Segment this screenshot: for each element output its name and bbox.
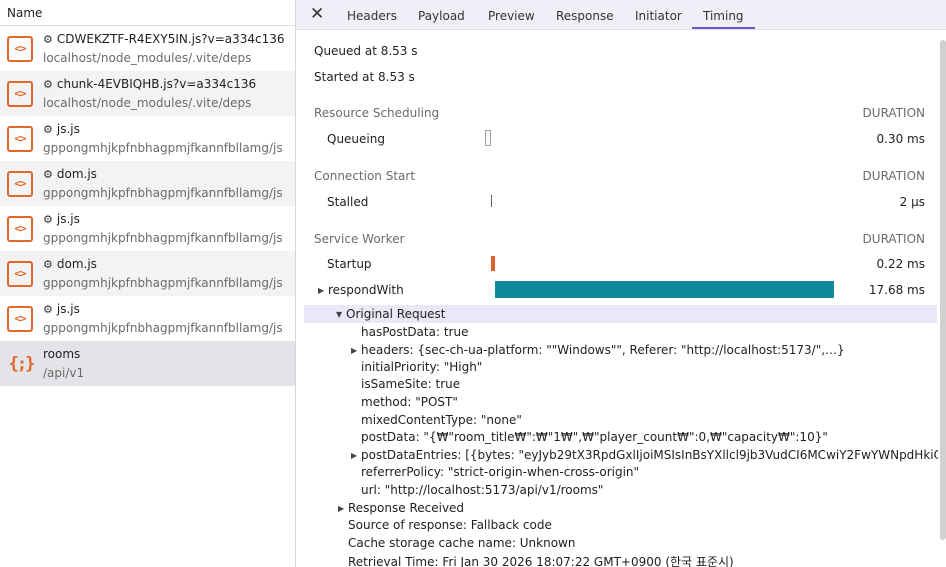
request-name: js.js [56, 121, 80, 136]
started-at: Started at 8.53 s [314, 70, 415, 84]
respondwith-label: respondWith [328, 283, 404, 297]
request-row[interactable]: <> ⚙ dom.js gppongmhjkpfnbhagpmjfkannfbll… [0, 251, 295, 296]
startup-value: 0.22 ms [876, 257, 925, 271]
field-url: url: "http://localhost:5173/api/v1/rooms… [361, 483, 604, 497]
script-icon: <> [7, 215, 33, 242]
vertical-scrollbar[interactable] [940, 40, 946, 540]
duration-header: DURATION [862, 106, 925, 120]
request-row[interactable]: <> ⚙ chunk-4EVBIQHB.js?v=a334c136 localho… [0, 71, 295, 116]
request-name: dom.js [56, 166, 97, 181]
gear-icon: ⚙ [43, 302, 53, 316]
tab-preview[interactable]: Preview [488, 9, 535, 30]
tab-payload[interactable]: Payload [418, 9, 465, 30]
gear-icon: ⚙ [43, 167, 53, 181]
cache-storage-name: Cache storage cache name: Unknown [348, 536, 576, 550]
tab-headers[interactable]: Headers [347, 9, 397, 30]
script-icon: <> [7, 260, 33, 287]
original-request-toggle[interactable]: ▼ Original Request [336, 307, 446, 321]
request-name: CDWEKZTF-R4EXY5IN.js?v=a334c136 [56, 31, 285, 46]
script-icon: <> [7, 170, 33, 197]
request-row[interactable]: <> ⚙ dom.js gppongmhjkpfnbhagpmjfkannfbll… [0, 161, 295, 206]
stalled-label: Stalled [327, 195, 369, 209]
details-tab-bar: ✕ Headers Payload Preview Response Initi… [296, 0, 946, 30]
section-title-service-worker: Service Worker [314, 232, 405, 246]
field-mixedcontenttype: mixedContentType: "none" [361, 413, 522, 427]
tab-initiator[interactable]: Initiator [635, 9, 682, 30]
gear-icon: ⚙ [43, 212, 53, 226]
request-path: gppongmhjkpfnbhagpmjfkannfbllamg/js [43, 320, 283, 335]
startup-bar [491, 256, 495, 271]
request-name: chunk-4EVBIQHB.js?v=a334c136 [56, 76, 257, 91]
queueing-label: Queueing [327, 132, 385, 146]
field-issamesite: isSameSite: true [361, 377, 461, 391]
queueing-value: 0.30 ms [876, 132, 925, 146]
request-list-panel: Name <> ⚙ CDWEKZTF-R4EXY5IN.js?v=a334c136… [0, 0, 296, 567]
gear-icon: ⚙ [43, 122, 53, 136]
request-name: js.js [56, 211, 80, 226]
request-name: dom.js [56, 256, 97, 271]
request-name: rooms [43, 346, 81, 361]
tab-timing[interactable]: Timing [692, 9, 755, 29]
script-icon: <> [7, 35, 33, 62]
collapse-triangle-icon: ▼ [336, 310, 343, 319]
script-icon: <> [7, 305, 33, 332]
original-request-title: Original Request [346, 307, 446, 321]
startup-label: Startup [327, 257, 372, 271]
request-row[interactable]: <> ⚙ js.js gppongmhjkpfnbhagpmjfkannfblla… [0, 296, 295, 341]
section-title-resource-scheduling: Resource Scheduling [314, 106, 440, 120]
request-details-panel: ✕ Headers Payload Preview Response Initi… [296, 0, 946, 567]
request-path: localhost/node_modules/.vite/deps [43, 95, 252, 110]
response-received-toggle[interactable]: ▶ Response Received [338, 501, 464, 515]
stalled-value: 2 μs [899, 195, 925, 209]
expand-triangle-icon: ▶ [338, 504, 345, 513]
gear-icon: ⚙ [43, 77, 53, 91]
request-path: gppongmhjkpfnbhagpmjfkannfbllamg/js [43, 185, 283, 200]
field-haspostdata: hasPostData: true [361, 325, 469, 339]
respondwith-value: 17.68 ms [868, 283, 925, 297]
field-referrerpolicy: referrerPolicy: "strict-origin-when-cros… [361, 465, 640, 479]
request-path: /api/v1 [43, 365, 85, 380]
duration-header: DURATION [862, 169, 925, 183]
expand-triangle-icon: ▶ [351, 346, 358, 355]
field-headers[interactable]: ▶ headers: {sec-ch-ua-platform: ""Windows… [351, 343, 845, 357]
request-row-selected[interactable]: {;} rooms /api/v1 [0, 341, 295, 386]
request-path: gppongmhjkpfnbhagpmjfkannfbllamg/js [43, 230, 283, 245]
expand-triangle-icon: ▶ [318, 286, 325, 295]
request-path: localhost/node_modules/.vite/deps [43, 50, 252, 65]
request-path: gppongmhjkpfnbhagpmjfkannfbllamg/js [43, 275, 283, 290]
script-icon: <> [7, 125, 33, 152]
gear-icon: ⚙ [43, 32, 53, 46]
expand-triangle-icon: ▶ [351, 451, 358, 460]
field-method: method: "POST" [361, 395, 458, 409]
field-initialpriority: initialPriority: "High" [361, 360, 483, 374]
field-postdataentries[interactable]: ▶ postDataEntries: [{bytes: "eyJyb29tX3Rp… [351, 448, 938, 462]
close-icon[interactable]: ✕ [310, 4, 324, 24]
source-of-response: Source of response: Fallback code [348, 518, 552, 532]
respondwith-bar [495, 281, 834, 298]
response-received-title: Response Received [348, 501, 465, 515]
request-row[interactable]: <> ⚙ js.js gppongmhjkpfnbhagpmjfkannfblla… [0, 206, 295, 251]
retrieval-time: Retrieval Time: Fri Jan 30 2026 18:07:22… [348, 555, 734, 567]
request-row[interactable]: <> ⚙ CDWEKZTF-R4EXY5IN.js?v=a334c136 loca… [0, 26, 295, 71]
request-name: js.js [56, 301, 80, 316]
duration-header: DURATION [862, 232, 925, 246]
tab-response[interactable]: Response [556, 9, 614, 30]
queued-at: Queued at 8.53 s [314, 44, 418, 58]
request-row[interactable]: <> ⚙ js.js gppongmhjkpfnbhagpmjfkannfblla… [0, 116, 295, 161]
json-icon: {;} [8, 353, 36, 374]
request-path: gppongmhjkpfnbhagpmjfkannfbllamg/js [43, 140, 283, 155]
field-postdata: postData: "{₩"room_title₩":₩"1₩",₩"playe… [361, 430, 828, 444]
script-icon: <> [7, 80, 33, 107]
gear-icon: ⚙ [43, 257, 53, 271]
name-column-header[interactable]: Name [0, 0, 295, 26]
respondwith-toggle[interactable]: ▶ respondWith [318, 283, 404, 297]
queueing-bar [485, 130, 491, 146]
stalled-bar [491, 195, 492, 207]
section-title-connection-start: Connection Start [314, 169, 416, 183]
